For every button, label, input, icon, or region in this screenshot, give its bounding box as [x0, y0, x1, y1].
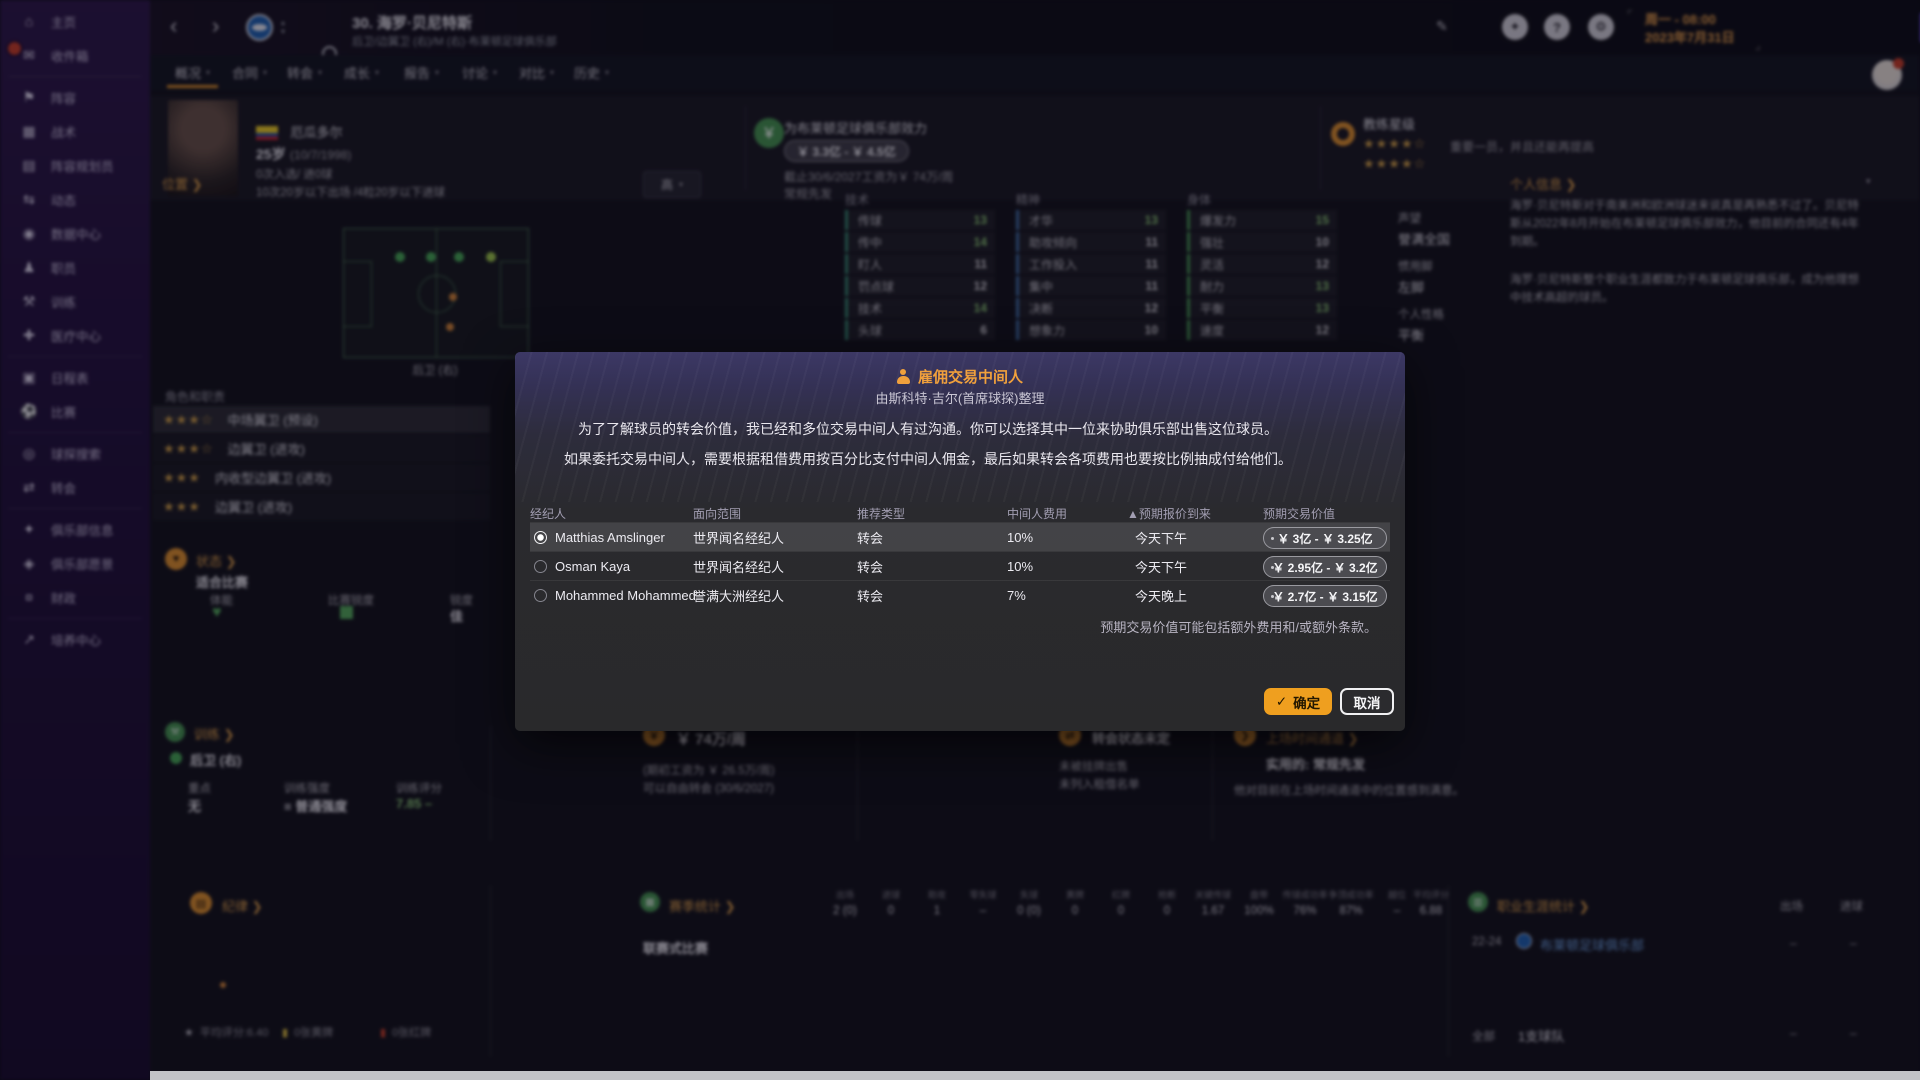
- check-icon: ✓: [1276, 694, 1287, 710]
- col-header-agent[interactable]: 经纪人: [530, 505, 566, 522]
- radio-unselected[interactable]: [534, 581, 547, 609]
- dialog-title: 雇佣交易中间人: [515, 366, 1405, 387]
- radio-unselected[interactable]: [534, 552, 547, 580]
- expected-value-pill[interactable]: ￥ 2.7亿 - ￥ 3.15亿: [1263, 585, 1387, 607]
- hire-intermediary-dialog: 雇佣交易中间人 由斯科特·吉尔(首席球探)整理 为了了解球员的转会价值，我已经和…: [515, 352, 1405, 731]
- agent-fee: 10%: [1007, 552, 1033, 580]
- col-header-scope[interactable]: 面向范围: [693, 505, 741, 522]
- sort-asc-icon: ▲: [1127, 507, 1139, 521]
- expected-value-pill[interactable]: ￥ 2.95亿 - ￥ 3.2亿: [1263, 556, 1387, 578]
- intermediary-person-icon: [897, 369, 910, 384]
- bottom-scrollbar[interactable]: [150, 1071, 1920, 1080]
- expected-value-note: 预期交易价值可能包括额外费用和/或额外条款。: [1100, 617, 1377, 636]
- dialog-subtitle: 由斯科特·吉尔(首席球探)整理: [515, 388, 1405, 407]
- expected-value-pill[interactable]: ￥ 3亿 - ￥ 3.25亿: [1263, 527, 1387, 549]
- agent-offer-arrival: 今天下午: [1135, 523, 1187, 551]
- dialog-body-line1: 为了了解球员的转会价值，我已经和多位交易中间人有过沟通。你可以选择其中一位来协助…: [515, 419, 1341, 439]
- agent-name: Matthias Amslinger: [555, 523, 665, 551]
- agent-fee: 7%: [1007, 581, 1026, 609]
- agent-scope: 世界闻名经纪人: [693, 523, 784, 551]
- agent-scope: 世界闻名经纪人: [693, 552, 784, 580]
- agent-type: 转会: [857, 552, 883, 580]
- intermediary-row[interactable]: Matthias Amslinger 世界闻名经纪人 转会 10% 今天下午 ￥…: [530, 523, 1390, 551]
- agent-fee: 10%: [1007, 523, 1033, 551]
- agent-name: Mohammed Mohammed: [555, 581, 696, 609]
- col-header-fee[interactable]: 中间人费用: [1007, 505, 1067, 522]
- fm-screen: ⌂主页 ✉收件箱 ⚑阵容 ▦战术 ▤阵容规划员 ⇆动态 ◉数据中心 ♟职员 ⚒训…: [0, 0, 1920, 1080]
- agent-type: 转会: [857, 523, 883, 551]
- agent-scope: 誉满大洲经纪人: [693, 581, 784, 609]
- agent-type: 转会: [857, 581, 883, 609]
- cancel-button[interactable]: 取消: [1340, 688, 1394, 715]
- intermediary-row[interactable]: Osman Kaya 世界闻名经纪人 转会 10% 今天下午 ￥ 2.95亿 -…: [530, 552, 1390, 580]
- agent-name: Osman Kaya: [555, 552, 630, 580]
- col-header-expected-value[interactable]: 预期交易价值: [1263, 505, 1335, 522]
- col-header-offer-arrival[interactable]: ▲预期报价到来: [1127, 505, 1211, 522]
- col-header-type[interactable]: 推荐类型: [857, 505, 905, 522]
- dialog-body-line2: 如果委托交易中间人，需要根据租借费用按百分比支付中间人佣金，最后如果转会各项费用…: [515, 449, 1341, 469]
- confirm-button[interactable]: ✓ 确定: [1264, 688, 1332, 715]
- agent-offer-arrival: 今天晚上: [1135, 581, 1187, 609]
- confirm-label: 确定: [1293, 692, 1320, 712]
- intermediary-row[interactable]: Mohammed Mohammed 誉满大洲经纪人 转会 7% 今天晚上 ￥ 2…: [530, 581, 1390, 609]
- radio-selected[interactable]: [534, 523, 547, 551]
- agent-offer-arrival: 今天下午: [1135, 552, 1187, 580]
